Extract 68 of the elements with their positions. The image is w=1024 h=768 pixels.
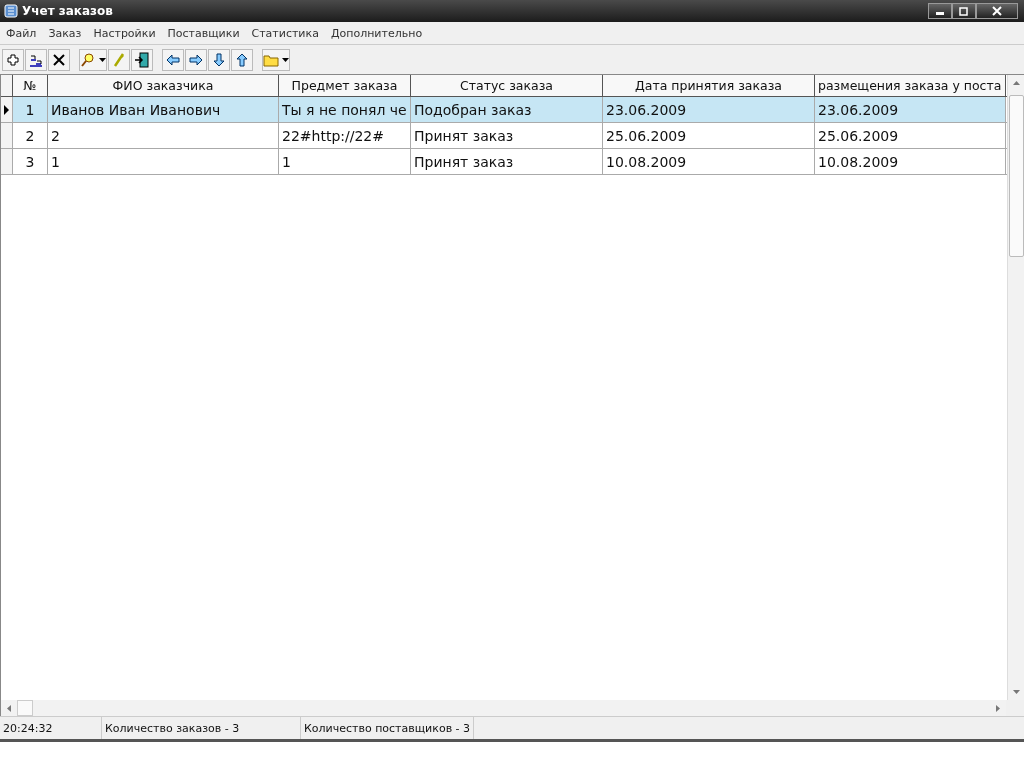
toolbar-button[interactable] [131,48,153,71]
arrow-up-icon [234,51,250,68]
column-header[interactable]: Дата принятия заказа [603,75,815,96]
table-cell: 25.06.2009 [603,123,815,148]
toolbar-button[interactable] [262,48,290,71]
scroll-down-icon[interactable] [1012,690,1020,694]
status-text: Количество заказов - 3 [102,717,301,739]
scroll-thumb[interactable] [1008,95,1024,257]
column-header[interactable]: Предмет заказа [279,75,411,96]
scroll-thumb[interactable] [17,700,33,716]
table-cell: Иванов Иван Иванович [48,97,279,122]
scroll-right-icon[interactable] [996,704,1000,712]
table-cell: Подобран заказ [411,97,603,122]
window-title: Учет заказов [22,4,114,18]
status-text: Количество поставщиков - 3 [301,717,475,739]
restore-icon [959,6,969,16]
minimize-button[interactable] [928,3,952,19]
toolbar-button[interactable] [162,48,184,71]
plus-icon [5,51,21,68]
column-header[interactable]: размещения заказа у поста [815,75,1006,96]
toolbar-button[interactable] [25,48,47,71]
menu-item[interactable]: Статистика [245,26,325,40]
search-icon [80,51,96,68]
close-icon [992,6,1002,16]
table-cell: 1 [48,149,279,174]
pointer-icon [4,104,9,115]
table-cell: 3 [13,149,48,174]
table-cell: 25.06.2009 [815,123,1006,148]
table-cell: 1 [279,149,411,174]
menu-item[interactable]: Поставщики [161,26,246,40]
menu-item[interactable]: Заказ [42,26,88,40]
table-cell: 10.08.2009 [815,149,1006,174]
table-cell: 2 [13,123,48,148]
table-cell: 23.06.2009 [603,97,815,122]
table-cell: 10.08.2009 [603,149,815,174]
table-cell: Принят заказ [411,123,603,148]
pencil-icon [111,51,127,68]
column-header[interactable]: Статус заказа [411,75,603,96]
toolbar-button[interactable] [231,48,253,71]
table-cell: 1 [13,97,48,122]
arrow-down-icon [211,51,227,68]
caret-icon [99,57,106,62]
exit-icon [134,51,150,68]
restore-button[interactable] [952,3,976,19]
menu-item[interactable]: Настройки [87,26,162,40]
table-cell: 23.06.2009 [815,97,1006,122]
row-indicator[interactable] [1,97,13,122]
toolbar-button[interactable] [48,48,70,71]
column-header[interactable]: № [13,75,48,96]
toolbar-button[interactable] [2,48,24,71]
table-cell: Ты я не понял че [279,97,411,122]
scroll-up-icon[interactable] [1012,81,1020,85]
table-cell: 2 [48,123,279,148]
status-text: 20:24:32 [0,717,102,739]
table-cell: Принят заказ [411,149,603,174]
menu-item[interactable]: Дополнительно [324,26,429,40]
table-cell: 22#http://22# [279,123,411,148]
close-button[interactable] [976,3,1018,19]
toolbar-button[interactable] [185,48,207,71]
toolbar-button[interactable] [208,48,230,71]
vertical-scrollbar[interactable] [1007,75,1024,700]
caret-icon [282,57,289,62]
app-icon [4,4,18,18]
column-header[interactable]: ФИО заказчика [48,75,279,96]
menu-item[interactable]: Файл [0,26,43,40]
scroll-left-icon[interactable] [7,704,11,712]
toolbar-button[interactable] [79,48,107,71]
delete-icon [51,51,67,68]
